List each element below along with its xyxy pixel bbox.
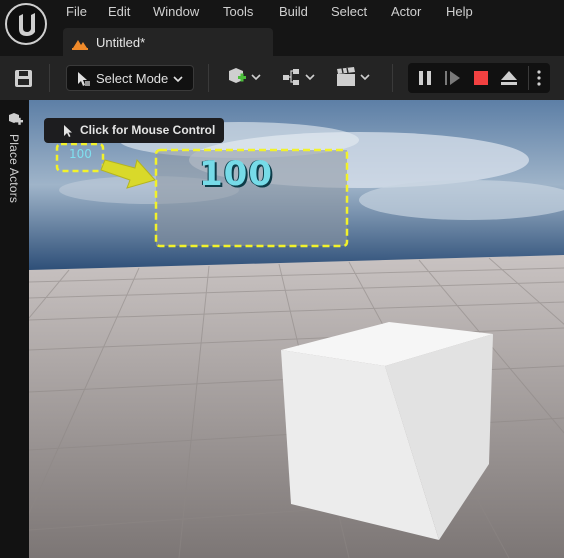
eject-icon: [501, 71, 517, 85]
mouse-control-tooltip[interactable]: Click for Mouse Control: [44, 118, 224, 143]
play-controls: [408, 63, 550, 93]
level-viewport[interactable]: Click for Mouse Control 100 100: [29, 100, 564, 558]
pause-button[interactable]: [414, 68, 436, 88]
unreal-engine-logo-icon[interactable]: [5, 3, 47, 45]
mouse-control-label: Click for Mouse Control: [80, 123, 216, 137]
add-actor-button[interactable]: [224, 63, 264, 93]
save-button[interactable]: [10, 63, 38, 93]
menu-select[interactable]: Select: [331, 4, 367, 19]
menu-bar: File Edit Window Tools Build Select Acto…: [0, 0, 564, 56]
select-cursor-icon: [78, 72, 90, 86]
score-text-small: 100: [69, 147, 92, 161]
place-actors-icon[interactable]: [6, 110, 24, 128]
toolbar-divider: [49, 64, 50, 92]
more-options-icon: [537, 70, 541, 86]
score-text-zoomed: 100: [199, 154, 273, 194]
menu-actor[interactable]: Actor: [391, 4, 421, 19]
level-map-icon: [72, 40, 88, 50]
play-divider: [528, 66, 529, 90]
stop-icon: [474, 71, 488, 85]
pause-icon: [419, 71, 431, 85]
menu-help[interactable]: Help: [446, 4, 473, 19]
eject-button[interactable]: [498, 68, 520, 88]
save-icon: [15, 70, 32, 87]
add-actor-icon: [229, 68, 261, 83]
viewport-scene: [29, 100, 564, 558]
menu-build[interactable]: Build: [279, 4, 308, 19]
blueprint-icon: [283, 69, 315, 85]
blueprint-button[interactable]: [280, 63, 320, 93]
cinematics-button[interactable]: [334, 63, 374, 93]
menu-tools[interactable]: Tools: [223, 4, 253, 19]
stop-button[interactable]: [470, 68, 492, 88]
place-actors-tab[interactable]: Place Actors: [7, 134, 21, 203]
menu-edit[interactable]: Edit: [108, 4, 130, 19]
level-tab-title: Untitled*: [96, 35, 146, 50]
level-tab[interactable]: Untitled*: [63, 28, 273, 56]
step-frame-icon: [445, 71, 460, 85]
select-mode-dropdown[interactable]: Select Mode: [66, 65, 194, 91]
place-actors-sidebar: Place Actors: [0, 100, 29, 558]
main-toolbar: Select Mode: [0, 56, 564, 100]
select-mode-label: Select Mode: [96, 71, 169, 86]
cursor-icon: [64, 125, 72, 137]
chevron-down-icon: [173, 76, 183, 83]
menu-file[interactable]: File: [66, 4, 87, 19]
toolbar-divider: [392, 64, 393, 92]
menu-window[interactable]: Window: [153, 4, 199, 19]
cinematics-icon: [337, 67, 370, 86]
step-frame-button[interactable]: [442, 68, 464, 88]
toolbar-divider: [208, 64, 209, 92]
more-options-button[interactable]: [532, 68, 546, 88]
